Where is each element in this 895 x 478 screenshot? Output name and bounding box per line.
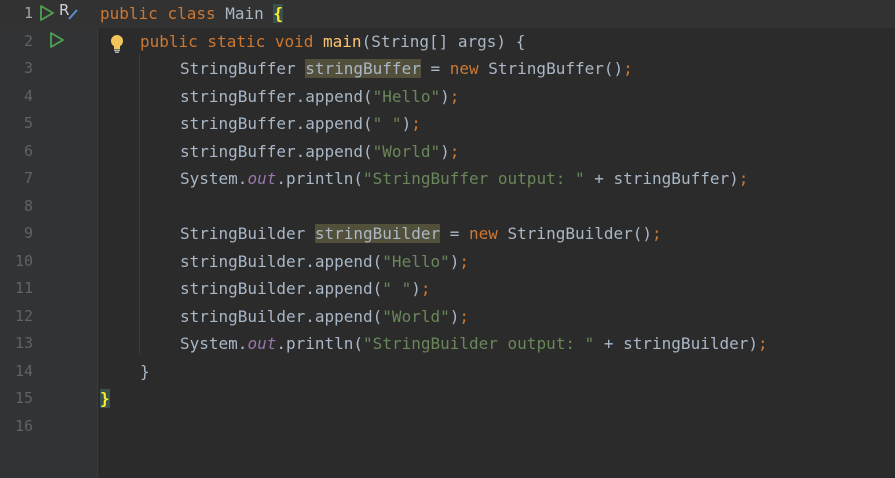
method-name: main bbox=[323, 31, 362, 51]
line-number[interactable]: 5 bbox=[0, 110, 33, 138]
keyword-public: public bbox=[100, 4, 168, 23]
class-name: Main bbox=[225, 4, 274, 23]
code-line-13[interactable]: System.out.println("StringBuilder output… bbox=[180, 330, 768, 358]
code-line-5[interactable]: stringBuffer.append(" "); bbox=[180, 110, 421, 138]
call-end: + stringBuffer) bbox=[584, 169, 739, 188]
pencil-icon bbox=[68, 9, 78, 20]
constructor-call: StringBuilder() bbox=[507, 224, 653, 243]
line-number[interactable]: 14 bbox=[0, 358, 33, 386]
semicolon: ; bbox=[738, 169, 749, 188]
string-literal: "StringBuffer output: " bbox=[363, 169, 585, 188]
keyword-new: new bbox=[469, 224, 508, 243]
highlighted-variable: stringBuffer bbox=[305, 59, 421, 78]
call-text: System. bbox=[180, 169, 248, 188]
semicolon: ; bbox=[449, 141, 460, 161]
indent-guide bbox=[139, 54, 140, 354]
code-line-3[interactable]: StringBuffer stringBuffer = new StringBu… bbox=[180, 55, 633, 83]
call-end: ) bbox=[401, 114, 412, 133]
code-line-11[interactable]: stringBuilder.append(" "); bbox=[180, 275, 430, 303]
operator: = bbox=[420, 59, 450, 78]
semicolon: ; bbox=[459, 251, 470, 271]
type-name: StringBuffer bbox=[180, 59, 306, 78]
call-end: ) bbox=[449, 306, 460, 326]
semicolon: ; bbox=[449, 86, 460, 106]
string-literal: "Hello" bbox=[372, 86, 441, 106]
call-text: stringBuilder.append( bbox=[180, 251, 383, 271]
string-literal: " " bbox=[382, 279, 412, 298]
semicolon: ; bbox=[623, 59, 633, 78]
line-number[interactable]: 6 bbox=[0, 138, 33, 166]
type-name: StringBuilder bbox=[180, 224, 315, 243]
code-line-15[interactable]: } bbox=[100, 385, 110, 413]
code-line-10[interactable]: stringBuilder.append("Hello"); bbox=[180, 248, 469, 276]
call-end: ) bbox=[440, 141, 450, 161]
lightbulb-icon[interactable] bbox=[109, 34, 125, 54]
call-text: stringBuffer.append( bbox=[180, 114, 373, 133]
call-end: ) bbox=[440, 86, 450, 106]
line-number[interactable]: 2 bbox=[0, 28, 33, 56]
keyword-class: class bbox=[167, 4, 226, 23]
run-icon[interactable] bbox=[39, 5, 55, 21]
call-text: stringBuffer.append( bbox=[180, 141, 373, 161]
string-literal: "World" bbox=[372, 141, 441, 161]
line-number[interactable]: 1 bbox=[0, 0, 33, 28]
call-text: stringBuffer.append( bbox=[180, 86, 373, 106]
code-line-1[interactable]: public class Main { bbox=[100, 0, 284, 28]
static-field: out bbox=[247, 169, 277, 188]
code-line-6[interactable]: stringBuffer.append("World"); bbox=[180, 138, 459, 166]
code-line-14[interactable]: } bbox=[140, 358, 150, 386]
string-literal: " " bbox=[372, 114, 402, 133]
keyword-modifiers: public static void bbox=[140, 31, 324, 51]
call-end: + stringBuilder) bbox=[594, 334, 758, 353]
code-line-9[interactable]: StringBuilder stringBuilder = new String… bbox=[180, 220, 662, 248]
call-end: ) bbox=[449, 251, 460, 271]
call-text: System. bbox=[180, 334, 248, 353]
matched-brace-close: } bbox=[100, 389, 110, 408]
line-number[interactable]: 15 bbox=[0, 385, 33, 413]
code-line-7[interactable]: System.out.println("StringBuffer output:… bbox=[180, 165, 748, 193]
line-number[interactable]: 8 bbox=[0, 193, 33, 221]
code-line-2[interactable]: public static void main(String[] args) { bbox=[140, 28, 525, 56]
semicolon: ; bbox=[758, 334, 768, 353]
semicolon: ; bbox=[411, 114, 421, 133]
constructor-call: StringBuffer() bbox=[488, 59, 624, 78]
line-number[interactable]: 11 bbox=[0, 275, 33, 303]
semicolon: ; bbox=[652, 224, 662, 243]
call-end: ) bbox=[411, 279, 421, 298]
matched-brace-open: { bbox=[273, 4, 284, 23]
highlighted-variable: stringBuilder bbox=[314, 224, 441, 243]
line-number[interactable]: 3 bbox=[0, 55, 33, 83]
semicolon: ; bbox=[420, 279, 431, 298]
line-number[interactable]: 7 bbox=[0, 165, 33, 193]
string-literal: "World" bbox=[382, 306, 450, 326]
line-number[interactable]: 12 bbox=[0, 303, 33, 331]
line-number[interactable]: 9 bbox=[0, 220, 33, 248]
semicolon: ; bbox=[459, 306, 470, 326]
string-literal: "Hello" bbox=[382, 251, 450, 271]
run-main-icon[interactable] bbox=[49, 32, 65, 48]
call-text: stringBuilder.append( bbox=[180, 306, 383, 326]
call-text: .println( bbox=[276, 169, 364, 188]
method-signature: (String[] args) { bbox=[361, 31, 526, 51]
string-literal: "StringBuilder output: " bbox=[363, 334, 595, 353]
line-number[interactable]: 10 bbox=[0, 248, 33, 276]
rerun-edit-icon[interactable]: R bbox=[59, 1, 81, 21]
code-line-4[interactable]: stringBuffer.append("Hello"); bbox=[180, 83, 459, 111]
operator: = bbox=[440, 224, 469, 243]
static-field: out bbox=[247, 334, 277, 353]
line-number[interactable]: 4 bbox=[0, 83, 33, 111]
line-number[interactable]: 13 bbox=[0, 330, 33, 358]
code-line-12[interactable]: stringBuilder.append("World"); bbox=[180, 303, 469, 331]
keyword-new: new bbox=[449, 59, 489, 78]
line-number[interactable]: 16 bbox=[0, 413, 33, 441]
call-text: stringBuilder.append( bbox=[180, 279, 383, 298]
closing-brace: } bbox=[140, 361, 150, 381]
call-text: .println( bbox=[276, 334, 364, 353]
